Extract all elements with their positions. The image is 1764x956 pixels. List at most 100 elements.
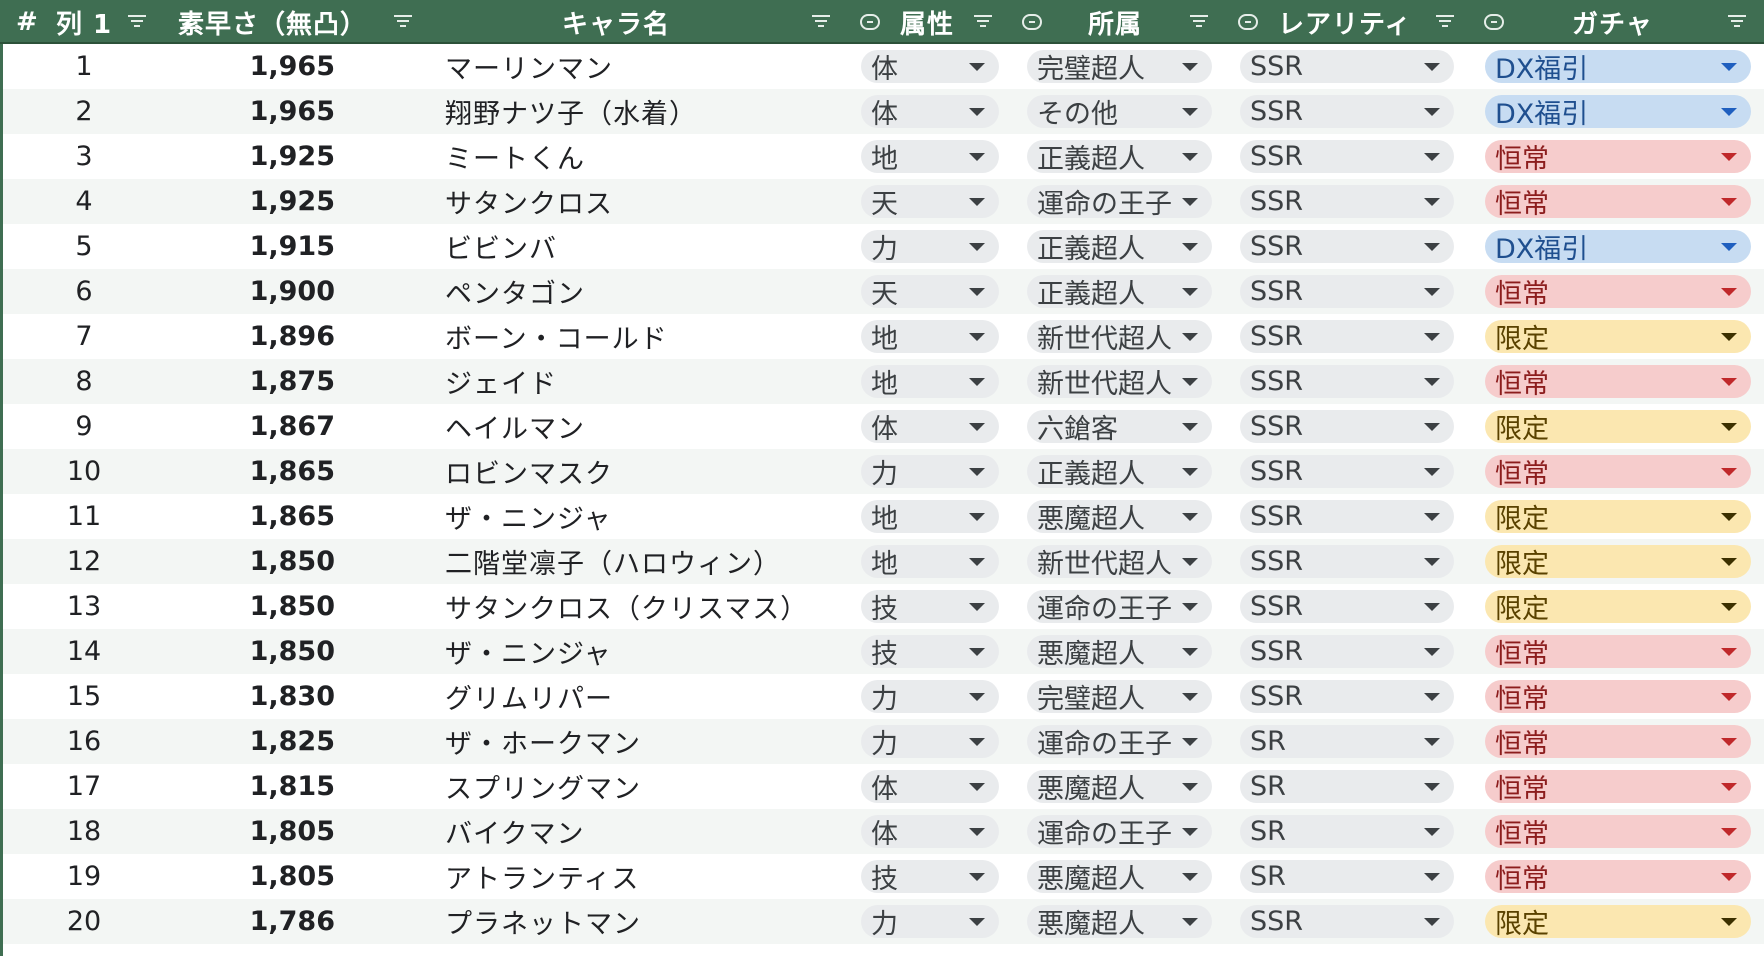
dropdown-arrow-icon[interactable] <box>1721 243 1737 251</box>
dropdown-arrow-icon[interactable] <box>969 378 985 386</box>
attribute-dropdown[interactable]: 地 <box>861 500 999 535</box>
speed-value[interactable]: 1,825 <box>165 719 335 764</box>
header-rarity[interactable]: レアリティ <box>1278 0 1411 44</box>
dropdown-arrow-icon[interactable] <box>1424 468 1440 476</box>
attribute-dropdown[interactable]: 体 <box>861 95 999 130</box>
rarity-dropdown[interactable]: SSR <box>1240 275 1454 308</box>
character-name[interactable]: バイクマン <box>445 809 845 854</box>
dropdown-arrow-icon[interactable] <box>1182 873 1198 881</box>
speed-value[interactable]: 1,865 <box>165 449 335 494</box>
dropdown-arrow-icon[interactable] <box>1182 648 1198 656</box>
dropdown-arrow-icon[interactable] <box>1424 873 1440 881</box>
gacha-dropdown[interactable]: 限定 <box>1485 320 1751 355</box>
attribute-dropdown[interactable]: 天 <box>861 185 999 220</box>
rarity-dropdown[interactable]: SSR <box>1240 680 1454 713</box>
gacha-dropdown[interactable]: 恒常 <box>1485 815 1751 850</box>
character-name[interactable]: サタンクロス <box>445 179 845 224</box>
row-number[interactable]: 6 <box>3 269 165 314</box>
row-number[interactable]: 10 <box>3 449 165 494</box>
dropdown-arrow-icon[interactable] <box>1182 198 1198 206</box>
row-number[interactable]: 15 <box>3 674 165 719</box>
affiliation-dropdown[interactable]: 悪魔超人 <box>1027 860 1212 895</box>
speed-value[interactable]: 1,900 <box>165 269 335 314</box>
rarity-dropdown[interactable]: SSR <box>1240 410 1454 443</box>
rarity-dropdown[interactable]: SR <box>1240 815 1454 848</box>
dropdown-arrow-icon[interactable] <box>1424 198 1440 206</box>
affiliation-dropdown[interactable]: 正義超人 <box>1027 140 1212 175</box>
dropdown-arrow-icon[interactable] <box>969 288 985 296</box>
affiliation-dropdown[interactable]: 悪魔超人 <box>1027 500 1212 535</box>
dropdown-arrow-icon[interactable] <box>1721 918 1737 926</box>
character-name[interactable]: グリムリパー <box>445 674 845 719</box>
row-number[interactable]: 5 <box>3 224 165 269</box>
dropdown-arrow-icon[interactable] <box>1721 63 1737 71</box>
dropdown-arrow-icon[interactable] <box>1424 288 1440 296</box>
rarity-dropdown[interactable]: SSR <box>1240 455 1454 488</box>
row-number[interactable]: 18 <box>3 809 165 854</box>
speed-value[interactable]: 1,850 <box>165 539 335 584</box>
affiliation-dropdown[interactable]: 運命の王子 <box>1027 590 1212 625</box>
dropdown-arrow-icon[interactable] <box>1424 333 1440 341</box>
speed-value[interactable]: 1,965 <box>165 89 335 134</box>
attribute-dropdown[interactable]: 力 <box>861 230 999 265</box>
rarity-dropdown[interactable]: SSR <box>1240 185 1454 218</box>
speed-value[interactable]: 1,805 <box>165 809 335 854</box>
dropdown-arrow-icon[interactable] <box>1424 918 1440 926</box>
rarity-dropdown[interactable]: SSR <box>1240 545 1454 578</box>
dropdown-arrow-icon[interactable] <box>1721 783 1737 791</box>
rarity-dropdown[interactable]: SSR <box>1240 320 1454 353</box>
affiliation-dropdown[interactable]: 六鎗客 <box>1027 410 1212 445</box>
rarity-dropdown[interactable]: SSR <box>1240 140 1454 173</box>
character-name[interactable]: 二階堂凛子（ハロウィン） <box>445 539 845 584</box>
row-number[interactable]: 1 <box>3 44 165 89</box>
dropdown-arrow-icon[interactable] <box>1721 378 1737 386</box>
rarity-dropdown[interactable]: SSR <box>1240 365 1454 398</box>
gacha-dropdown[interactable]: 恒常 <box>1485 680 1751 715</box>
dropdown-arrow-icon[interactable] <box>1424 828 1440 836</box>
row-number[interactable]: 9 <box>3 404 165 449</box>
dropdown-arrow-icon[interactable] <box>1424 693 1440 701</box>
speed-value[interactable]: 1,815 <box>165 764 335 809</box>
dropdown-arrow-icon[interactable] <box>1721 153 1737 161</box>
character-name[interactable]: ロビンマスク <box>445 449 845 494</box>
dropdown-arrow-icon[interactable] <box>1182 783 1198 791</box>
affiliation-dropdown[interactable]: その他 <box>1027 95 1212 130</box>
rarity-dropdown[interactable]: SR <box>1240 770 1454 803</box>
rarity-dropdown[interactable]: SSR <box>1240 905 1454 938</box>
gacha-dropdown[interactable]: 恒常 <box>1485 860 1751 895</box>
gacha-dropdown[interactable]: 恒常 <box>1485 455 1751 490</box>
dropdown-arrow-icon[interactable] <box>969 108 985 116</box>
dropdown-arrow-icon[interactable] <box>1182 513 1198 521</box>
attribute-dropdown[interactable]: 技 <box>861 635 999 670</box>
attribute-dropdown[interactable]: 体 <box>861 410 999 445</box>
speed-value[interactable]: 1,865 <box>165 494 335 539</box>
dropdown-arrow-icon[interactable] <box>1182 423 1198 431</box>
dropdown-arrow-icon[interactable] <box>1721 693 1737 701</box>
dropdown-arrow-icon[interactable] <box>1182 378 1198 386</box>
row-number[interactable]: 11 <box>3 494 165 539</box>
row-number[interactable]: 3 <box>3 134 165 179</box>
attribute-dropdown[interactable]: 力 <box>861 455 999 490</box>
dropdown-arrow-icon[interactable] <box>1424 738 1440 746</box>
gacha-dropdown[interactable]: 限定 <box>1485 545 1751 580</box>
gacha-dropdown[interactable]: 恒常 <box>1485 185 1751 220</box>
row-number[interactable]: 17 <box>3 764 165 809</box>
dropdown-arrow-icon[interactable] <box>1721 288 1737 296</box>
dropdown-arrow-icon[interactable] <box>1424 63 1440 71</box>
affiliation-dropdown[interactable]: 新世代超人 <box>1027 365 1212 400</box>
dropdown-arrow-icon[interactable] <box>1424 783 1440 791</box>
attribute-dropdown[interactable]: 力 <box>861 905 999 940</box>
attribute-dropdown[interactable]: 力 <box>861 725 999 760</box>
speed-value[interactable]: 1,850 <box>165 629 335 674</box>
dropdown-arrow-icon[interactable] <box>1721 603 1737 611</box>
filter-icon-name[interactable] <box>812 15 830 29</box>
header-attr[interactable]: 属性 <box>900 0 954 44</box>
character-name[interactable]: ザ・ホークマン <box>445 719 845 764</box>
header-speed[interactable]: 素早さ（無凸） <box>178 0 367 44</box>
dropdown-arrow-icon[interactable] <box>1721 198 1737 206</box>
attribute-dropdown[interactable]: 体 <box>861 770 999 805</box>
row-number[interactable]: 12 <box>3 539 165 584</box>
dropdown-arrow-icon[interactable] <box>1721 738 1737 746</box>
gacha-dropdown[interactable]: DX福引 <box>1485 95 1751 130</box>
row-number[interactable]: 8 <box>3 359 165 404</box>
